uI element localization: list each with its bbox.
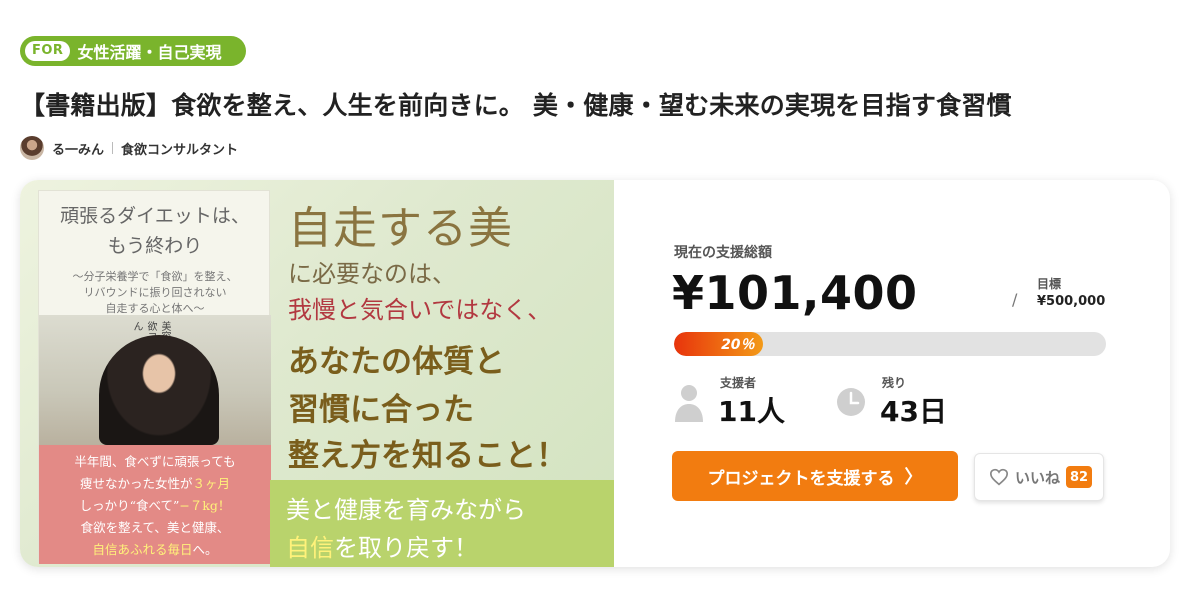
days-left-label: 残り <box>882 376 907 390</box>
chevron-right-icon: 〉 <box>904 467 923 487</box>
banner-line-2: 我慢と気合いではなく、 <box>288 296 552 324</box>
project-card: 頑張るダイエットは、 もう終わり 〜分子栄養学で「食欲」を整え、 リバウンドに振… <box>20 180 1170 567</box>
goal-amount: ¥500,000 <box>1037 294 1106 309</box>
days-left-stat: 残り 43日 <box>836 374 976 428</box>
book-title-line-1: 頑張るダイエットは、 <box>60 205 250 227</box>
category-tag[interactable]: FOR 女性活躍・自己実現 <box>20 36 246 66</box>
book-pink-line-3: しっかり“食べて”−７kg！ <box>79 498 231 513</box>
banner-line-4: 習慣に合った <box>288 392 474 428</box>
book-pink-line-2: 痩せなかった女性が３ヶ月 <box>79 476 231 491</box>
project-title: 【書籍出版】食欲を整え、人生を前向きに。 美・健康・望む未来の実現を目指す食習慣 <box>20 91 1012 120</box>
banner-green-line-1: 美と健康を育みながら <box>286 496 526 524</box>
person-icon <box>675 385 703 422</box>
book-subtitle-line-1: 〜分子栄養学で「食欲」を整え、 <box>72 270 238 283</box>
book-cover: 頑張るダイエットは、 もう終わり 〜分子栄養学で「食欲」を整え、 リバウンドに振… <box>38 190 271 564</box>
author-separator <box>112 142 114 154</box>
book-title: 頑張るダイエットは、 もう終わり <box>39 201 271 261</box>
author-name[interactable]: る一みん <box>52 139 104 158</box>
goal-label: 目標 <box>1037 277 1062 291</box>
author[interactable]: る一みん 食欲コンサルタント <box>20 135 238 161</box>
support-project-label: プロジェクトを支援する <box>707 468 895 488</box>
banner-green-line-2: 自信を取り戻す！ <box>286 534 478 562</box>
support-project-button[interactable]: プロジェクトを支援する 〉 <box>672 451 958 501</box>
like-button[interactable]: いいね 82 <box>974 453 1104 501</box>
project-banner-image[interactable]: 頑張るダイエットは、 もう終わり 〜分子栄養学で「食欲」を整え、 リバウンドに振… <box>20 180 614 567</box>
like-label: いいね <box>1015 468 1061 487</box>
author-figure <box>99 335 219 445</box>
progress-bar: 20％ <box>674 332 1106 356</box>
book-subtitle: 〜分子栄養学で「食欲」を整え、 リバウンドに振り回されない 自走する心と体へ〜 <box>39 269 271 317</box>
banner-line-3: あなたの体質と <box>288 344 505 380</box>
backers-value: 11人 <box>718 395 785 428</box>
heart-icon <box>989 468 1009 486</box>
total-label: 現在の支援総額 <box>674 245 772 261</box>
book-title-line-2: もう終わり <box>107 235 203 257</box>
book-subtitle-line-2: リバウンドに振り回されない <box>83 286 227 299</box>
book-pink-band: 半年間、食べずに頑張っても 痩せなかった女性が３ヶ月 しっかり“食べて”−７kg… <box>39 445 271 564</box>
clock-icon <box>837 388 865 416</box>
progress-fill: 20％ <box>674 332 763 356</box>
like-count-badge: 82 <box>1066 466 1093 488</box>
banner-line-5: 整え方を知ること！ <box>288 438 567 474</box>
backers-stat: 支援者 11人 <box>674 374 814 428</box>
total-amount: ¥101,400 <box>672 266 918 320</box>
progress-percent: 20％ <box>721 337 755 353</box>
banner-green-band: 美と健康を育みながら 自信を取り戻す！ <box>270 480 614 567</box>
goal-separator: / <box>1012 290 1018 309</box>
tag-label: 女性活躍・自己実現 <box>77 43 222 62</box>
banner-headline: 自走する美 <box>288 203 513 254</box>
tag-for-badge: FOR <box>25 41 71 61</box>
days-left-value: 43日 <box>880 395 947 428</box>
book-pink-line-5: 自信あふれる毎日へ。 <box>92 542 218 557</box>
book-pink-line-1: 半年間、食べずに頑張っても <box>74 454 236 469</box>
banner-line-1: に必要なのは、 <box>288 260 456 288</box>
funding-panel: 現在の支援総額 ¥101,400 / 目標 ¥500,000 20％ 支援者 1… <box>614 180 1170 567</box>
author-role: 食欲コンサルタント <box>121 142 239 158</box>
author-photo: 美容業界15年の集大成 食欲コンサルタント るーみん <box>39 315 271 445</box>
book-pink-line-4: 食欲を整えて、美と健康、 <box>80 520 230 535</box>
backers-label: 支援者 <box>720 376 757 390</box>
avatar[interactable] <box>20 136 44 160</box>
